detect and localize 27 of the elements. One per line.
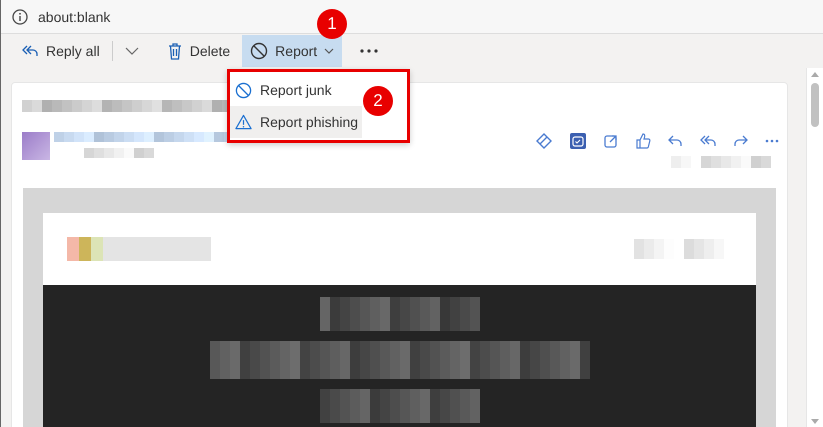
- thumbs-up-icon[interactable]: [635, 132, 651, 150]
- prohibited-icon: [250, 42, 268, 60]
- scroll-thumb[interactable]: [811, 83, 819, 127]
- toolbar-button[interactable]: Delete: [158, 35, 238, 67]
- address-url: about:blank: [38, 8, 110, 24]
- trash-icon: [166, 42, 183, 60]
- calendar-icon[interactable]: [569, 132, 587, 150]
- scroll-down-icon[interactable]: [811, 419, 819, 424]
- reply-icon[interactable]: [667, 134, 683, 148]
- prohibited-icon: [235, 82, 252, 98]
- toolbar-button[interactable]: Reply all: [13, 35, 108, 67]
- reply-all-icon[interactable]: [699, 134, 717, 148]
- reply-all-icon: [21, 43, 39, 59]
- toolbar-button[interactable]: Report: [242, 35, 342, 67]
- scrollbar[interactable]: [806, 68, 823, 427]
- caret-icon: [324, 48, 334, 54]
- info-icon: [12, 8, 28, 24]
- scroll-up-icon[interactable]: [811, 72, 819, 77]
- chevron-down-icon[interactable]: [124, 47, 139, 55]
- forward-icon[interactable]: [733, 134, 749, 148]
- more-icon[interactable]: [360, 49, 378, 53]
- menu-item[interactable]: Report junk: [230, 74, 336, 106]
- warning-icon: [235, 114, 252, 130]
- blurred-avatar: [22, 132, 50, 160]
- diamond-icon[interactable]: [535, 132, 553, 150]
- menu-item[interactable]: Report phishing: [230, 106, 362, 138]
- pop-out-icon[interactable]: [603, 133, 619, 149]
